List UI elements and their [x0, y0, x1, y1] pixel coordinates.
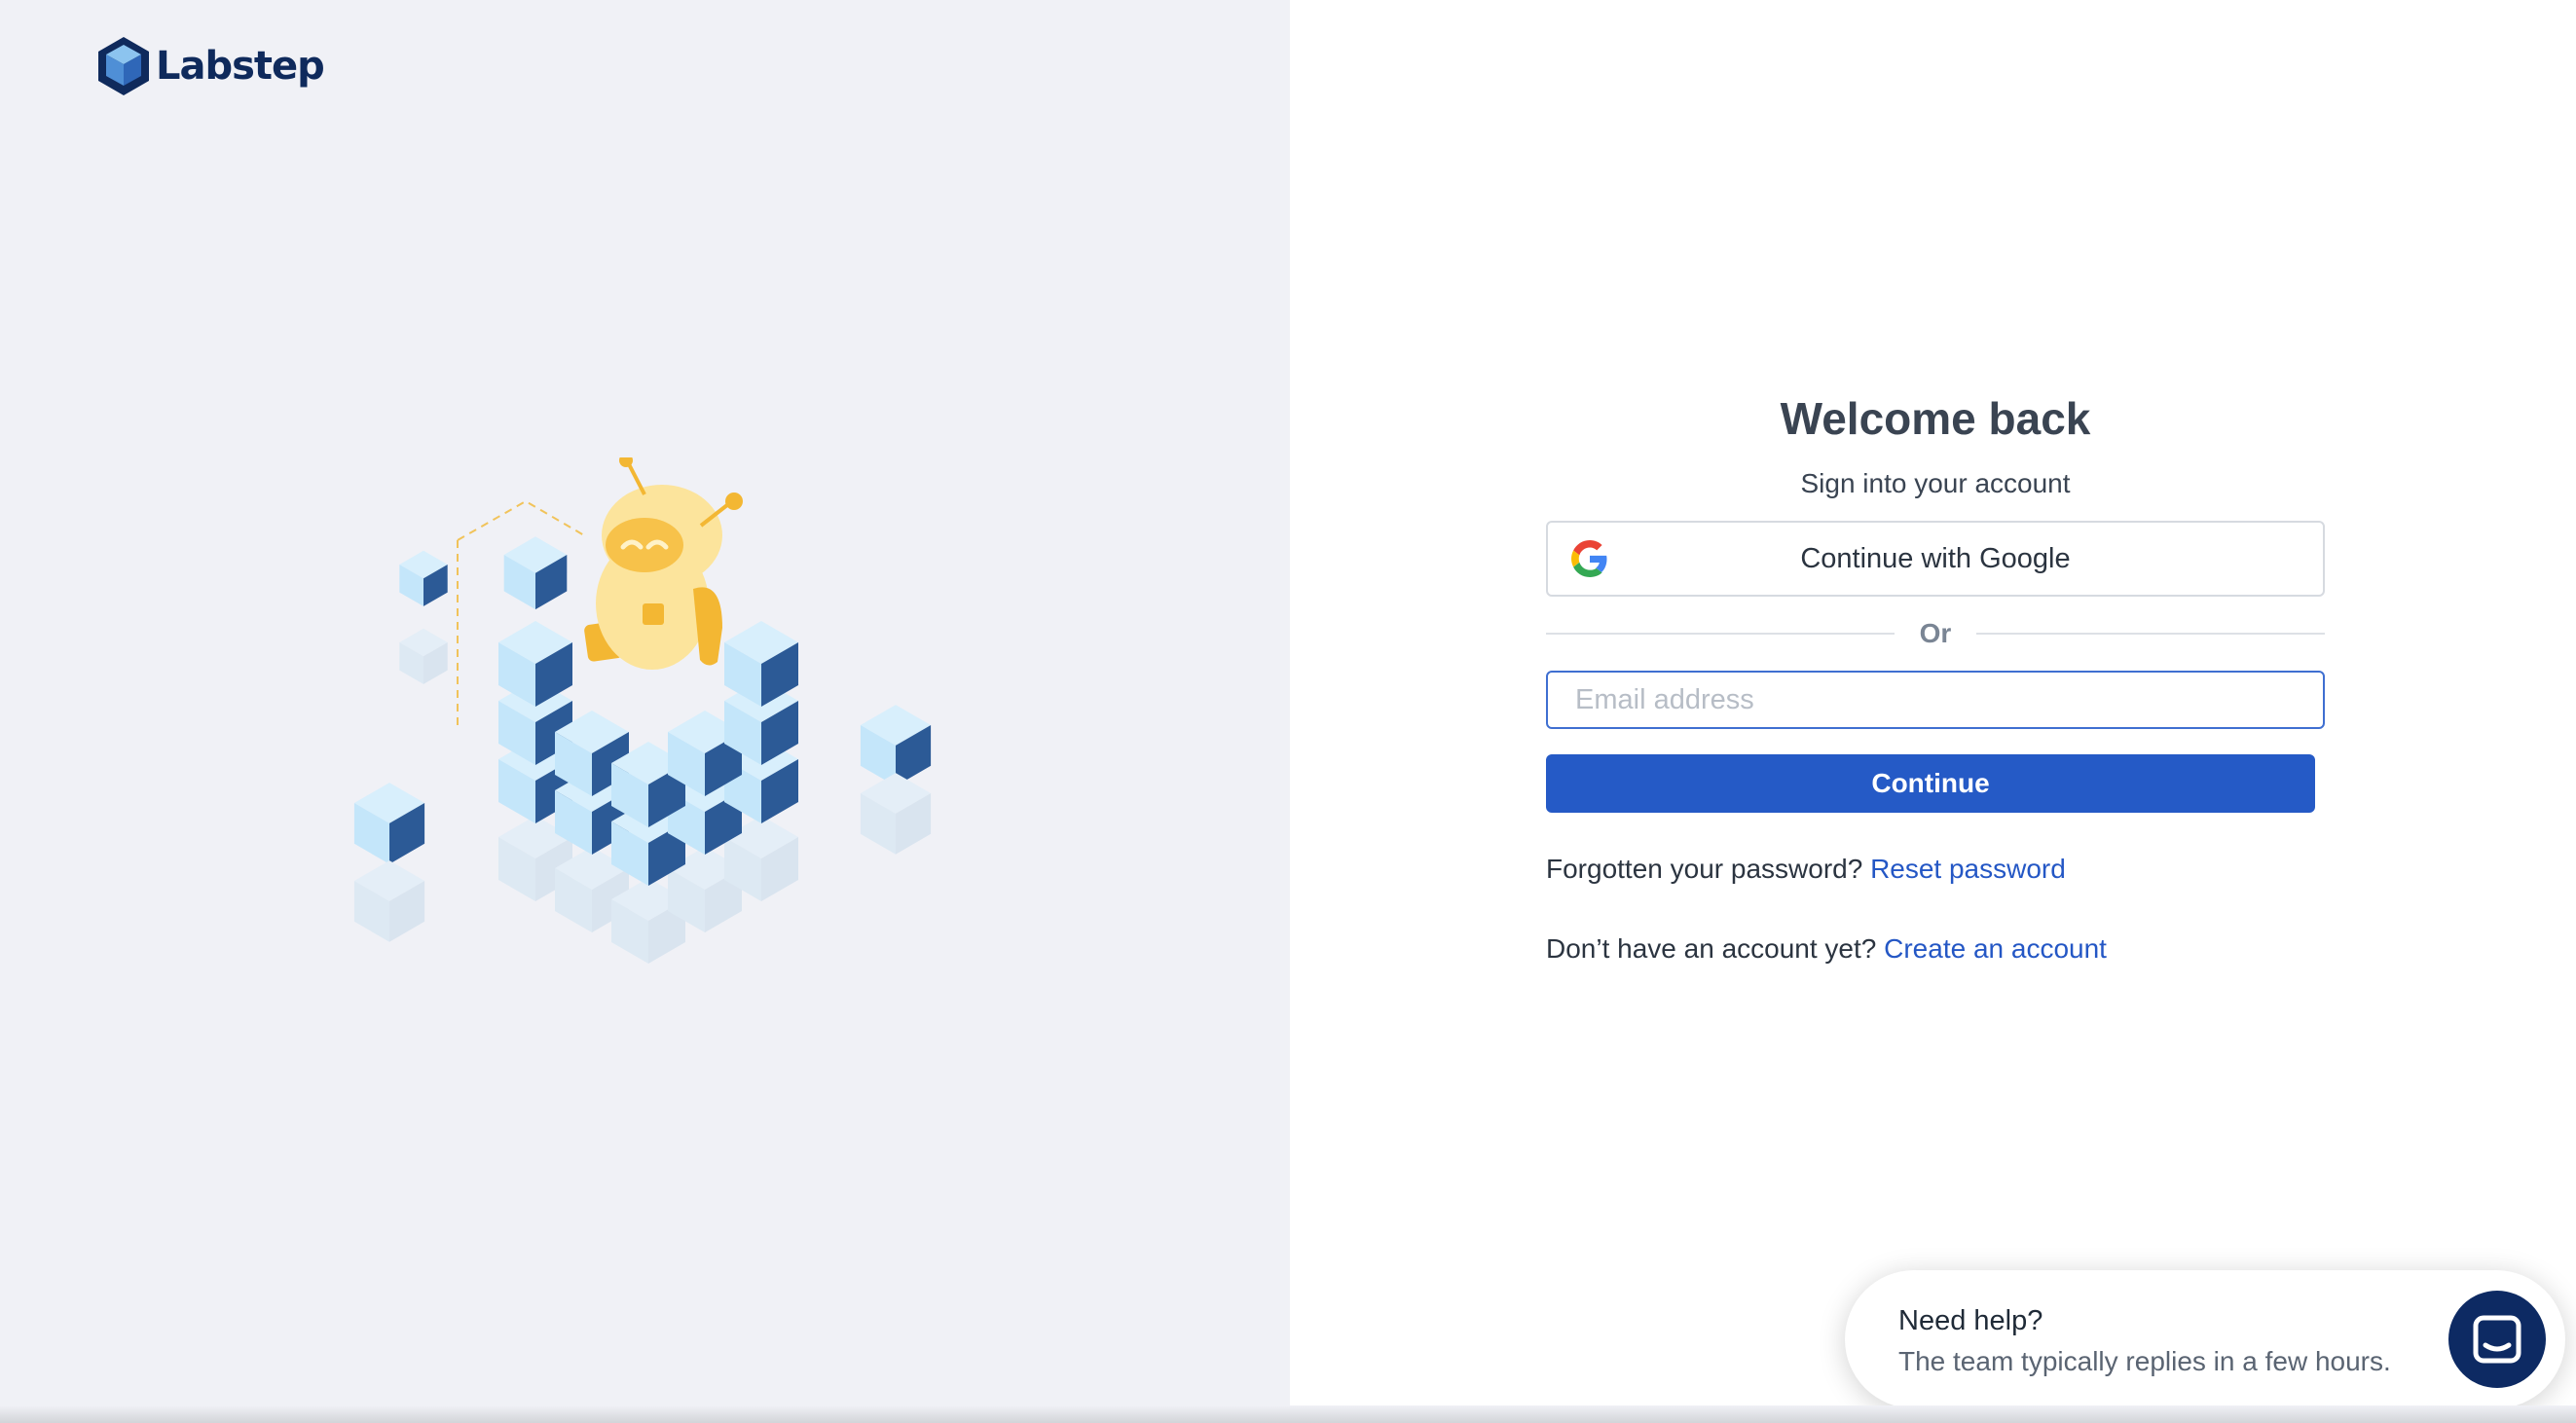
login-form: Welcome back Sign into your account Cont…: [1546, 384, 2325, 965]
signup-row: Don’t have an account yet? Create an acc…: [1546, 933, 2325, 965]
chat-icon: [2473, 1315, 2521, 1364]
brand-name: Labstep: [156, 44, 325, 89]
divider-line-right: [1976, 633, 2325, 635]
reset-password-link[interactable]: Reset password: [1870, 854, 2066, 884]
forgot-password-text: Forgotten your password?: [1546, 854, 1863, 884]
signup-text: Don’t have an account yet?: [1546, 933, 1877, 964]
continue-with-google-button[interactable]: Continue with Google: [1546, 521, 2325, 597]
help-title: Need help?: [1898, 1305, 2043, 1336]
divider-label: Or: [1919, 618, 1952, 648]
page-title: Welcome back: [1780, 393, 2091, 444]
hexagon-cube-logo-icon: [98, 37, 149, 95]
help-widget[interactable]: Need help? The team typically replies in…: [1845, 1270, 2565, 1408]
create-account-link[interactable]: Create an account: [1884, 933, 2107, 964]
brand-logo[interactable]: Labstep: [95, 35, 325, 97]
google-icon: [1571, 540, 1607, 577]
forgot-password-row: Forgotten your password? Reset password: [1546, 854, 2325, 885]
or-divider: Or: [1546, 610, 2325, 657]
divider-line-left: [1546, 633, 1895, 635]
continue-button[interactable]: Continue: [1546, 754, 2315, 813]
google-button-label: Continue with Google: [1800, 542, 2071, 574]
page-subtitle: Sign into your account: [1800, 468, 2071, 498]
help-subtitle: The team typically replies in a few hour…: [1898, 1346, 2391, 1376]
illustration-panel: Labstep: [0, 0, 1290, 1423]
robot-cubes-illustration: [353, 457, 932, 964]
window-bottom-edge: [0, 1405, 2576, 1423]
chat-launcher-button[interactable]: [2448, 1291, 2546, 1388]
email-field[interactable]: [1546, 671, 2325, 729]
